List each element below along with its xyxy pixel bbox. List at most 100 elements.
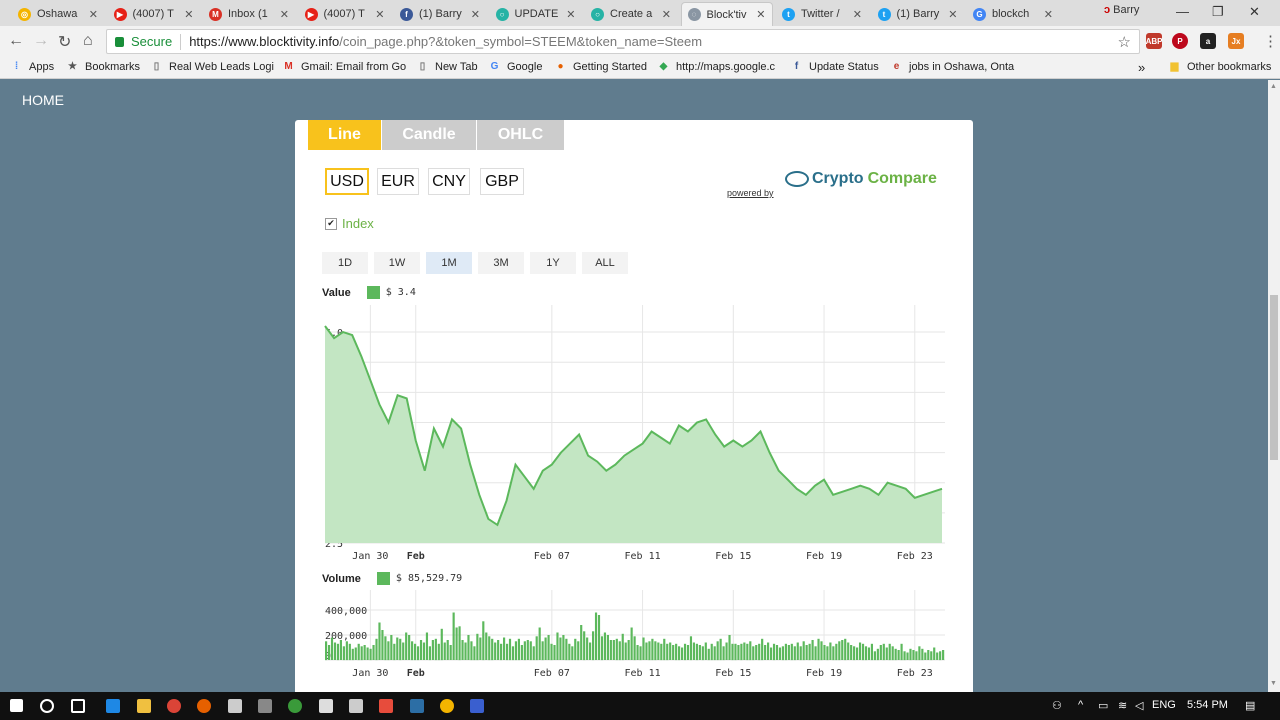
media-app-icon[interactable] (410, 699, 424, 713)
tab-9[interactable]: t (1) Barry ✕ (872, 2, 964, 26)
bookmark-1[interactable]: ★ Bookmarks (66, 60, 140, 73)
reload-icon[interactable]: ↻ (58, 32, 71, 52)
powered-by-link[interactable]: powered by (727, 188, 774, 198)
currency-gbp-button[interactable]: GBP (480, 168, 524, 195)
pinterest-extension-icon[interactable]: P (1172, 33, 1188, 49)
tab-close-icon[interactable]: ✕ (375, 8, 384, 21)
chart-type-ohlc-button[interactable]: OHLC (477, 120, 564, 150)
scroll-up-icon[interactable]: ▲ (1270, 83, 1277, 90)
firefox-taskbar-icon[interactable] (197, 699, 211, 713)
tab-close-icon[interactable]: ✕ (184, 8, 193, 21)
tab-8[interactable]: t Twitter / ✕ (776, 2, 868, 26)
language-indicator[interactable]: ENG (1152, 699, 1176, 711)
range-1m-button[interactable]: 1M (426, 252, 472, 274)
tab-0[interactable]: ◎ Oshawa ✕ (12, 2, 104, 26)
bookmark-10[interactable]: ▆ Other bookmarks (1168, 60, 1272, 73)
volume-bar (440, 628, 443, 661)
currency-eur-button[interactable]: EUR (377, 168, 419, 195)
volume-legend-label: Volume (322, 572, 361, 585)
range-3m-button[interactable]: 3M (478, 252, 524, 274)
tab-close-icon[interactable]: ✕ (948, 8, 957, 21)
bookmark-6[interactable]: ● Getting Started (554, 60, 647, 73)
chrome-canary-icon[interactable] (440, 699, 454, 713)
tray-chevron-icon[interactable]: ^ (1078, 699, 1083, 711)
price-chart[interactable]: 2.53.03.54.04.55.05.56.0Jan 30FebFeb 07F… (295, 300, 973, 570)
adblock-extension-icon[interactable]: ABP (1146, 33, 1162, 49)
index-checkbox[interactable]: ✔ (325, 217, 337, 230)
currency-cny-button[interactable]: CNY (428, 168, 470, 195)
menu-kebab-icon[interactable]: ⋮ (1263, 32, 1278, 50)
page-scrollbar[interactable]: ▲ ▼ (1268, 80, 1280, 692)
nav-home-link[interactable]: HOME (22, 92, 64, 108)
tab-close-icon[interactable]: ✕ (89, 8, 98, 21)
tab-1[interactable]: ▶ (4007) T ✕ (108, 2, 200, 26)
bookmark-2[interactable]: ▯ Real Web Leads Logi (150, 60, 274, 73)
volume-chart[interactable]: 0200,000400,000Jan 30FebFeb 07Feb 11Feb … (295, 586, 973, 686)
tab-close-icon[interactable]: ✕ (853, 8, 862, 21)
chart-type-candle-button[interactable]: Candle (382, 120, 476, 150)
restore-icon[interactable]: ❐ (1212, 4, 1224, 20)
minimize-icon[interactable]: — (1176, 4, 1189, 19)
tab-3[interactable]: ▶ (4007) T ✕ (299, 2, 391, 26)
tab-close-icon[interactable]: ✕ (566, 8, 575, 21)
cortana-icon[interactable] (40, 699, 54, 713)
range-1y-button[interactable]: 1Y (530, 252, 576, 274)
tab-close-icon[interactable]: ✕ (471, 8, 480, 21)
wifi-icon[interactable]: ≋ (1118, 699, 1127, 712)
calculator-icon[interactable] (228, 699, 242, 713)
clock[interactable]: 5:54 PM (1187, 699, 1228, 711)
bookmark-7[interactable]: ◆ http://maps.google.c (657, 60, 775, 73)
bookmark-3[interactable]: M Gmail: Email from Go (282, 60, 406, 73)
notepad-icon[interactable] (349, 699, 363, 713)
amazon-extension-icon[interactable]: a (1200, 33, 1216, 49)
volume-bar (345, 641, 348, 661)
chart-type-line-button[interactable]: Line (308, 120, 381, 150)
home-icon[interactable]: ⌂ (83, 32, 93, 50)
tab-close-icon[interactable]: ✕ (280, 8, 289, 21)
brave-icon[interactable] (379, 699, 393, 713)
bookmark-8[interactable]: f Update Status (790, 60, 879, 73)
back-icon[interactable]: ← (8, 32, 24, 50)
tab-close-icon[interactable]: ✕ (1044, 8, 1053, 21)
windows-start-icon[interactable] (10, 699, 23, 712)
green-app-icon[interactable] (288, 699, 302, 713)
task-view-icon[interactable] (71, 699, 85, 713)
range-1d-button[interactable]: 1D (322, 252, 368, 274)
app-icon[interactable] (258, 699, 272, 713)
close-window-icon[interactable]: ✕ (1249, 4, 1260, 20)
bookmark-star-icon[interactable]: ☆ (1118, 33, 1131, 51)
tab-5[interactable]: ○ UPDATE ✕ (490, 2, 582, 26)
bookmark-4[interactable]: ▯ New Tab (416, 60, 478, 73)
tab-close-icon[interactable]: ✕ (662, 8, 671, 21)
scrollbar-thumb[interactable] (1270, 295, 1278, 460)
profile-button[interactable]: ↄ Barry (1104, 4, 1139, 16)
bookmark-5[interactable]: G Google (488, 60, 543, 73)
index-toggle[interactable]: ✔ Index (325, 216, 374, 231)
jx-extension-icon[interactable]: Jx (1228, 33, 1244, 49)
blue-app-icon[interactable] (470, 699, 484, 713)
file-explorer-icon[interactable] (137, 699, 151, 713)
tab-7[interactable]: ◌ Block'tiv ✕ (680, 2, 773, 26)
battery-icon[interactable]: ▭ (1098, 699, 1108, 712)
bookmarks-overflow-icon[interactable]: » (1138, 60, 1145, 75)
notifications-icon[interactable]: ▤ (1245, 699, 1255, 712)
range-1w-button[interactable]: 1W (374, 252, 420, 274)
currency-usd-button[interactable]: USD (325, 168, 369, 195)
people-icon[interactable]: ⚇ (1052, 699, 1062, 712)
address-bar[interactable]: Secure https://www.blocktivity.info /coi… (106, 29, 1140, 54)
tab-6[interactable]: ○ Create a ✕ (585, 2, 677, 26)
tab-close-icon[interactable]: ✕ (756, 8, 765, 21)
chrome-taskbar-icon[interactable] (167, 699, 181, 713)
bookmark-9[interactable]: e jobs in Oshawa, Onta (890, 60, 1014, 73)
tab-4[interactable]: f (1) Barry ✕ (394, 2, 486, 26)
tab-2[interactable]: M Inbox (1 ✕ (203, 2, 295, 26)
mail-icon[interactable] (319, 699, 333, 713)
cryptocompare-logo[interactable]: Crypto Compare (785, 170, 937, 188)
bookmark-0[interactable]: ⁞ Apps (10, 60, 54, 73)
scroll-down-icon[interactable]: ▼ (1270, 680, 1277, 687)
volume-icon[interactable]: ◁ (1135, 699, 1143, 712)
forward-icon[interactable]: → (33, 32, 49, 50)
edge-icon[interactable] (106, 699, 120, 713)
range-all-button[interactable]: ALL (582, 252, 628, 274)
tab-10[interactable]: Gblockch ✕ (967, 2, 1059, 26)
